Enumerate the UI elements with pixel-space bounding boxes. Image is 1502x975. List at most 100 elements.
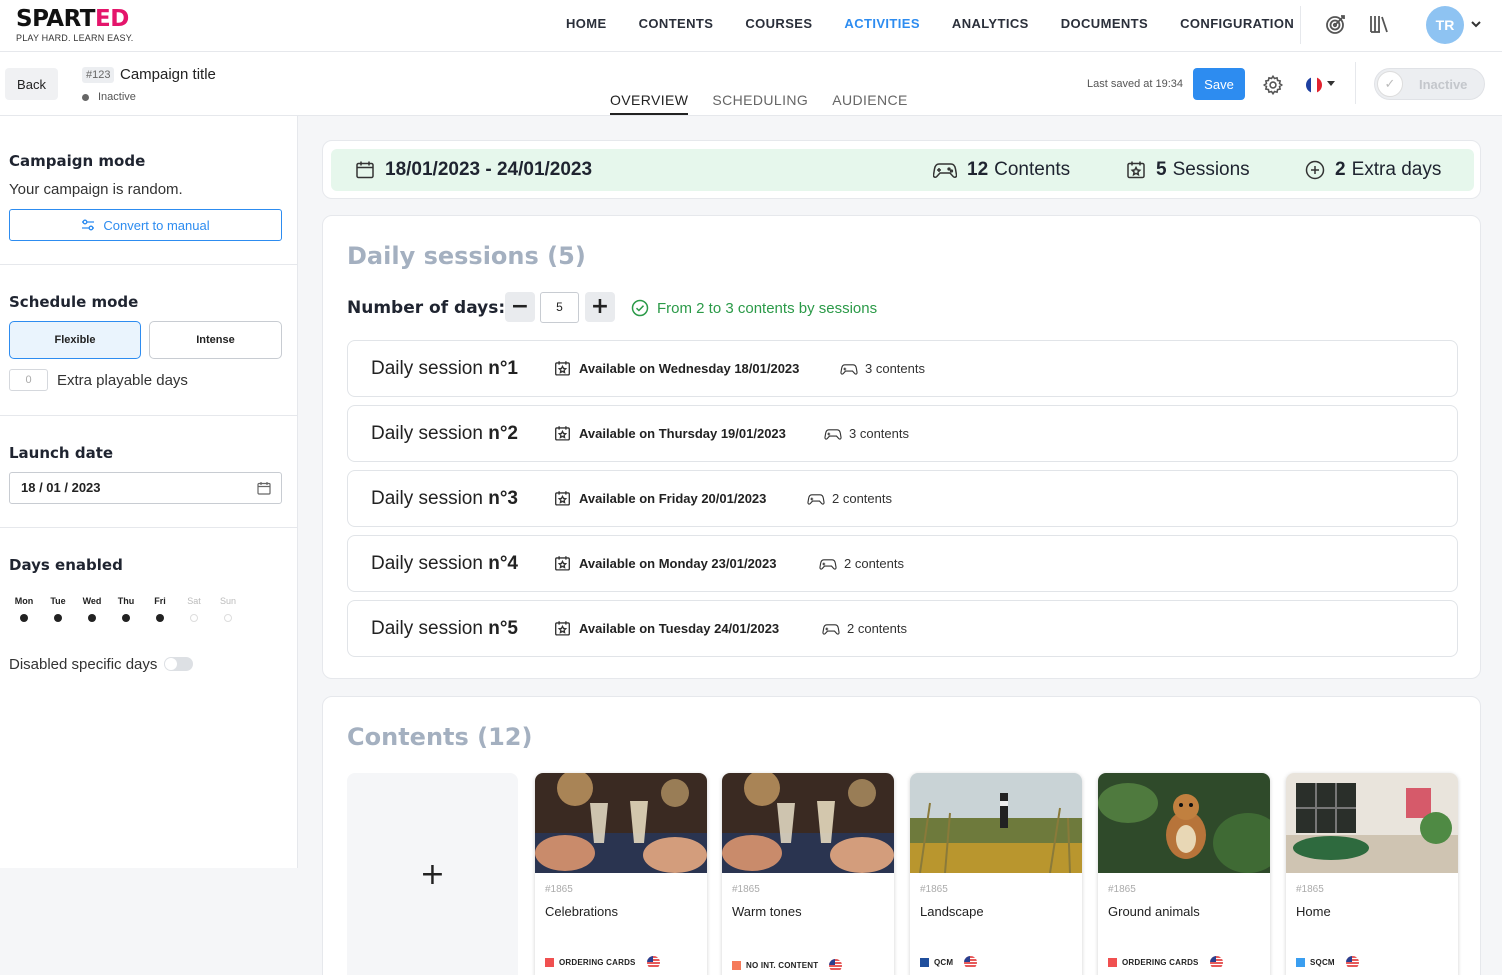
chevron-down-icon[interactable]	[1470, 18, 1482, 30]
campaign-status: Inactive	[82, 91, 136, 103]
calendar-icon	[356, 161, 374, 179]
session-name: Daily session n°5	[371, 618, 518, 639]
logo[interactable]: SPARTED PLAY HARD. LEARN EASY.	[16, 6, 133, 43]
save-button[interactable]: Save	[1193, 68, 1245, 100]
convert-to-manual-button[interactable]: Convert to manual	[9, 209, 282, 241]
launch-date-field[interactable]: 18 / 01 / 2023	[9, 472, 282, 504]
session-availability: Available on Tuesday 24/01/2023	[554, 620, 779, 637]
type-color-square	[732, 961, 741, 970]
sessions-number: 5	[1156, 159, 1167, 180]
content-id: #1865	[545, 884, 573, 895]
france-flag-icon[interactable]	[1306, 77, 1322, 93]
extra-days-input[interactable]: 0	[9, 369, 48, 391]
gear-icon[interactable]	[1262, 74, 1284, 96]
contents-range-note: From 2 to 3 contents by sessions	[631, 299, 877, 317]
session-availability: Available on Thursday 19/01/2023	[554, 425, 786, 442]
day-dot	[190, 614, 198, 622]
calendar-icon[interactable]	[257, 481, 271, 495]
contents-title: Contents (12)	[347, 723, 533, 751]
gamepad-icon	[819, 558, 837, 570]
type-color-square	[1108, 958, 1117, 967]
content-type: QCM	[920, 956, 978, 969]
back-button[interactable]: Back	[5, 68, 58, 100]
calendar-star-icon	[555, 361, 570, 376]
session-row[interactable]: Daily session n°3 Available on Friday 20…	[347, 470, 1458, 527]
calendar-star-icon	[1127, 161, 1145, 179]
increase-days-button[interactable]: +	[585, 292, 615, 322]
day-dot	[54, 614, 62, 622]
session-row[interactable]: Daily session n°4 Available on Monday 23…	[347, 535, 1458, 592]
campaign-mode-text: Your campaign is random.	[9, 181, 183, 198]
language-caret-icon[interactable]	[1327, 81, 1335, 86]
session-name: Daily session n°1	[371, 358, 518, 379]
date-range: 18/01/2023 - 24/01/2023	[355, 159, 592, 181]
disabled-days-toggle[interactable]	[164, 657, 193, 671]
content-card[interactable]: #1865 Home SQCM	[1286, 773, 1458, 975]
toggle-knob	[165, 658, 177, 670]
day-tue[interactable]: Tue	[43, 596, 73, 622]
tab-scheduling[interactable]: SCHEDULING	[712, 92, 808, 115]
day-sat[interactable]: Sat	[179, 596, 209, 622]
flexible-mode-button[interactable]: Flexible	[9, 321, 141, 359]
content-name: Landscape	[920, 904, 984, 919]
tab-audience[interactable]: AUDIENCE	[832, 92, 908, 115]
day-label: Wed	[82, 596, 102, 606]
content-card[interactable]: #1865 Ground animals ORDERING CARDS	[1098, 773, 1270, 975]
nav-documents[interactable]: DOCUMENTS	[1061, 16, 1148, 31]
activation-toggle[interactable]: ✓ Inactive	[1374, 68, 1485, 100]
days-enabled-title: Days enabled	[9, 556, 123, 574]
library-icon[interactable]	[1368, 12, 1392, 36]
launch-date-title: Launch date	[9, 444, 114, 462]
gamepad-icon	[824, 428, 842, 440]
content-card[interactable]: #1865 Celebrations ORDERING CARDS	[535, 773, 707, 975]
convert-label: Convert to manual	[103, 217, 210, 233]
content-name: Ground animals	[1108, 904, 1200, 919]
brand-name: SPARTED	[16, 6, 129, 32]
nav-courses[interactable]: COURSES	[745, 16, 812, 31]
session-row[interactable]: Daily session n°5 Available on Tuesday 2…	[347, 600, 1458, 657]
day-mon[interactable]: Mon	[9, 596, 39, 622]
calendar-star-icon	[555, 621, 570, 636]
content-type: NO INT. CONTENT	[732, 959, 843, 972]
contents-card: Contents (12) + #1865 Celebrations ORDER…	[322, 696, 1481, 975]
session-row[interactable]: Daily session n°1 Available on Wednesday…	[347, 340, 1458, 397]
session-availability: Available on Monday 23/01/2023	[554, 555, 777, 572]
content-card[interactable]: #1865 Landscape QCM	[910, 773, 1082, 975]
content-id: #1865	[732, 884, 760, 895]
session-availability: Available on Friday 20/01/2023	[554, 490, 766, 507]
intense-mode-button[interactable]: Intense	[149, 321, 282, 359]
calendar-star-icon	[555, 556, 570, 571]
disabled-days-label: Disabled specific days	[9, 656, 158, 673]
day-dot	[88, 614, 96, 622]
nav-home[interactable]: HOME	[566, 16, 607, 31]
nav-contents[interactable]: CONTENTS	[639, 16, 714, 31]
target-icon[interactable]	[1324, 12, 1348, 36]
nav-activities[interactable]: ACTIVITIES	[844, 16, 920, 31]
avatar[interactable]: TR	[1426, 6, 1464, 44]
nav-analytics[interactable]: ANALYTICS	[952, 16, 1029, 31]
add-content-button[interactable]: +	[347, 773, 518, 975]
day-thu[interactable]: Thu	[111, 596, 141, 622]
content-card[interactable]: #1865 Warm tones NO INT. CONTENT	[722, 773, 894, 975]
day-wed[interactable]: Wed	[77, 596, 107, 622]
extra-days-label: Extra days	[1351, 159, 1442, 180]
campaign-title[interactable]: Campaign title	[120, 66, 216, 83]
tab-overview[interactable]: OVERVIEW	[610, 92, 689, 115]
day-sun[interactable]: Sun	[213, 596, 243, 622]
number-of-days-input[interactable]: 5	[540, 292, 579, 323]
day-fri[interactable]: Fri	[145, 596, 175, 622]
extra-days-label: Extra playable days	[57, 372, 188, 389]
nav-configuration[interactable]: CONFIGURATION	[1180, 16, 1294, 31]
content-name: Home	[1296, 904, 1331, 919]
last-saved-text: Last saved at 19:34	[1087, 78, 1184, 90]
type-color-square	[545, 958, 554, 967]
session-row[interactable]: Daily session n°2 Available on Thursday …	[347, 405, 1458, 462]
decrease-days-button[interactable]: −	[505, 292, 535, 322]
campaign-summary: 18/01/2023 - 24/01/2023 12 Contents 5 Sess…	[322, 140, 1481, 199]
content-name: Warm tones	[732, 904, 802, 919]
contents-number: 12	[967, 159, 989, 180]
landscape-thumbnail	[910, 773, 1082, 874]
brand-tagline: PLAY HARD. LEARN EASY.	[16, 33, 134, 43]
gamepad-icon	[822, 623, 840, 635]
day-dot	[224, 614, 232, 622]
